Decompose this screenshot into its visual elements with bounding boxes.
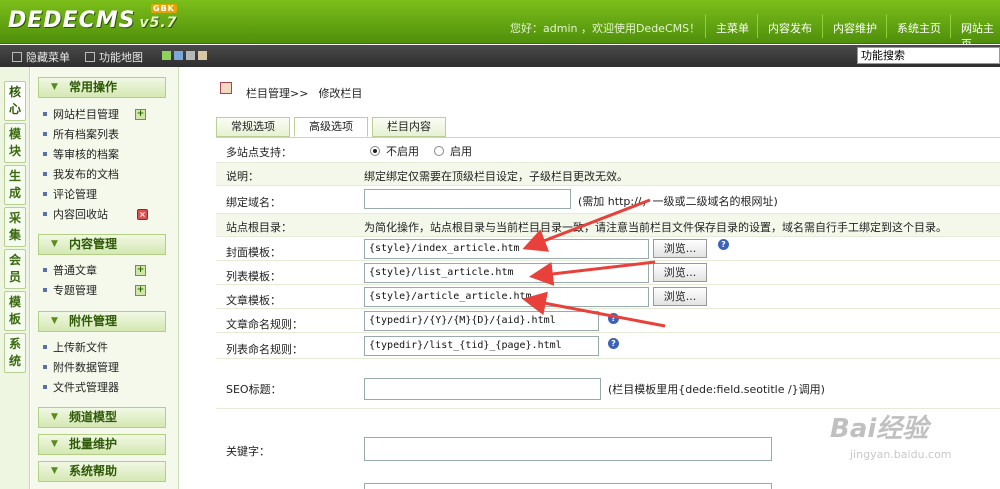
arrow-cover [522,198,651,252]
baidu-watermark-url: jingyan.baidu.com [850,448,952,461]
arrow-article [522,291,666,328]
baidu-watermark: Bai经验 [830,414,929,444]
arrow-list [529,260,656,286]
